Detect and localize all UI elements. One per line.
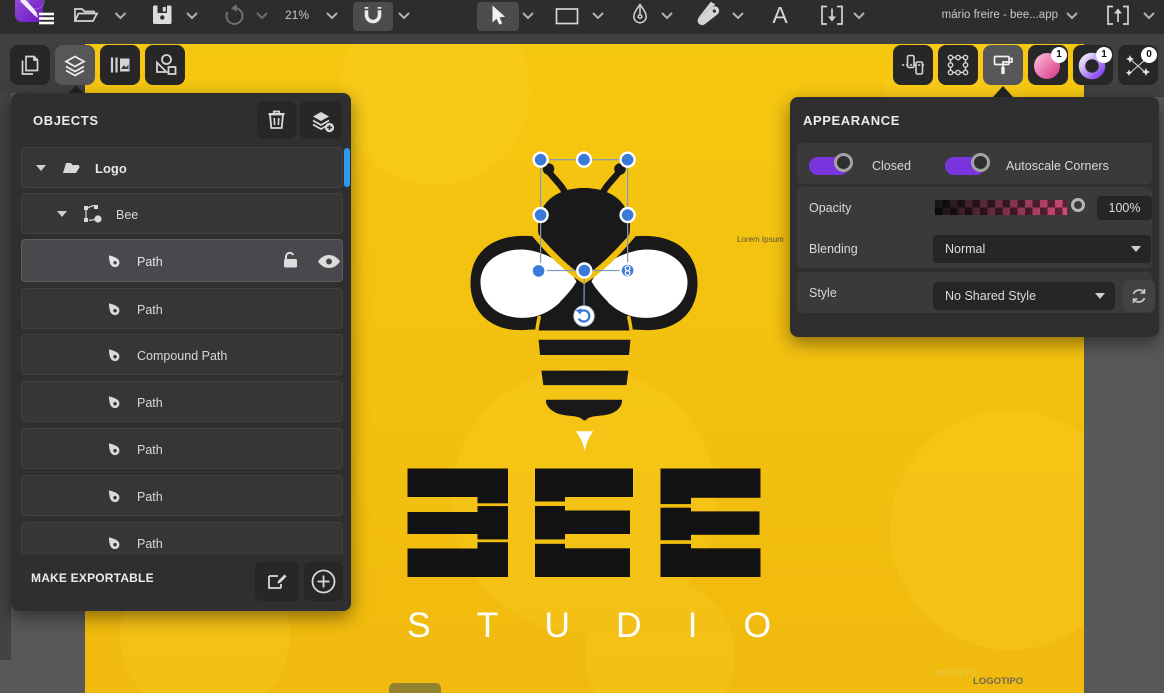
svg-text:LOGOTIPO: LOGOTIPO — [973, 676, 1023, 687]
svg-text:Path: Path — [137, 537, 163, 551]
svg-text:Compound Path: Compound Path — [137, 349, 227, 363]
svg-text:21%: 21% — [285, 8, 309, 22]
svg-text:Path: Path — [137, 303, 163, 317]
svg-text:A: A — [772, 2, 788, 28]
svg-text:Logo: Logo — [95, 161, 127, 176]
svg-text:Lorem Ipsum: Lorem Ipsum — [737, 235, 784, 244]
svg-text:Path: Path — [137, 443, 163, 457]
svg-text:Path: Path — [137, 255, 163, 269]
svg-text:Bee: Bee — [116, 208, 138, 222]
svg-text:Path: Path — [137, 396, 163, 410]
svg-text:Path: Path — [137, 490, 163, 504]
svg-text:STUDIO: STUDIO — [407, 605, 817, 645]
svg-text:mário freire - bee...app: mário freire - bee...app — [942, 9, 1058, 21]
